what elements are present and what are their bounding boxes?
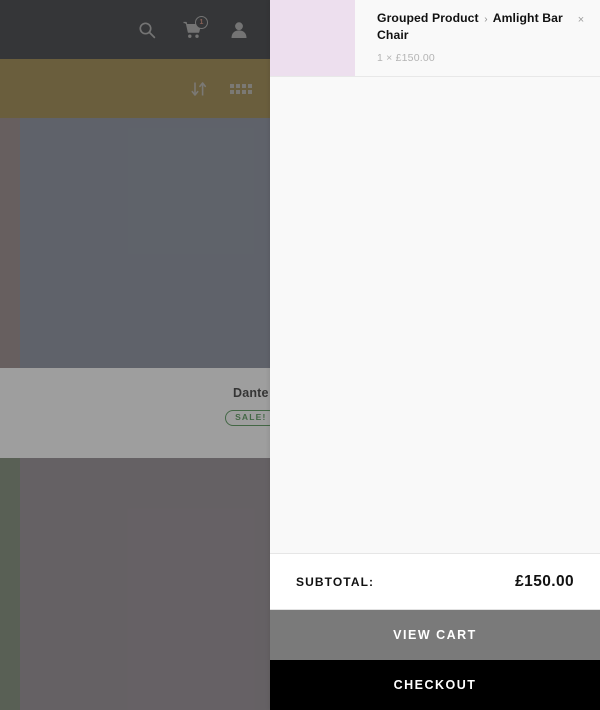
search-icon[interactable] (134, 17, 160, 43)
grid-view-glyph (230, 83, 252, 94)
remove-item-icon[interactable]: × (574, 13, 588, 27)
cart-subtotal-row: SUBTOTAL: £150.00 (270, 554, 600, 610)
cart-item-title[interactable]: Grouped Product › Amlight Bar Chair (377, 10, 570, 45)
cart-item-info: Grouped Product › Amlight Bar Chair 1 × … (355, 0, 600, 76)
cart-icon[interactable]: 1 (180, 15, 208, 43)
mini-cart-panel: Grouped Product › Amlight Bar Chair 1 × … (270, 0, 600, 710)
cart-item-title-separator: › (484, 14, 488, 25)
sort-icon[interactable] (190, 80, 208, 98)
cart-items-scroll-area (270, 77, 600, 554)
cart-item-title-main: Grouped Product (377, 11, 479, 25)
toolbar-icon-group (190, 59, 252, 118)
cart-item-thumbnail[interactable] (270, 0, 355, 76)
account-icon[interactable] (226, 17, 252, 43)
screen-root: 1 Dante SALE! Grouped Product › Amlight … (0, 0, 600, 710)
sale-badge: SALE! (225, 410, 277, 426)
cart-count-badge: 1 (195, 15, 208, 29)
view-cart-button[interactable]: VIEW CART (270, 610, 600, 660)
grid-view-icon[interactable] (230, 83, 252, 94)
cart-item-quantity-price: 1 × £150.00 (377, 51, 435, 64)
header-icon-group: 1 (134, 0, 252, 59)
checkout-button[interactable]: CHECKOUT (270, 660, 600, 710)
cart-line-item: Grouped Product › Amlight Bar Chair 1 × … (270, 0, 600, 77)
subtotal-label: SUBTOTAL: (296, 574, 375, 589)
subtotal-value: £150.00 (515, 572, 574, 590)
